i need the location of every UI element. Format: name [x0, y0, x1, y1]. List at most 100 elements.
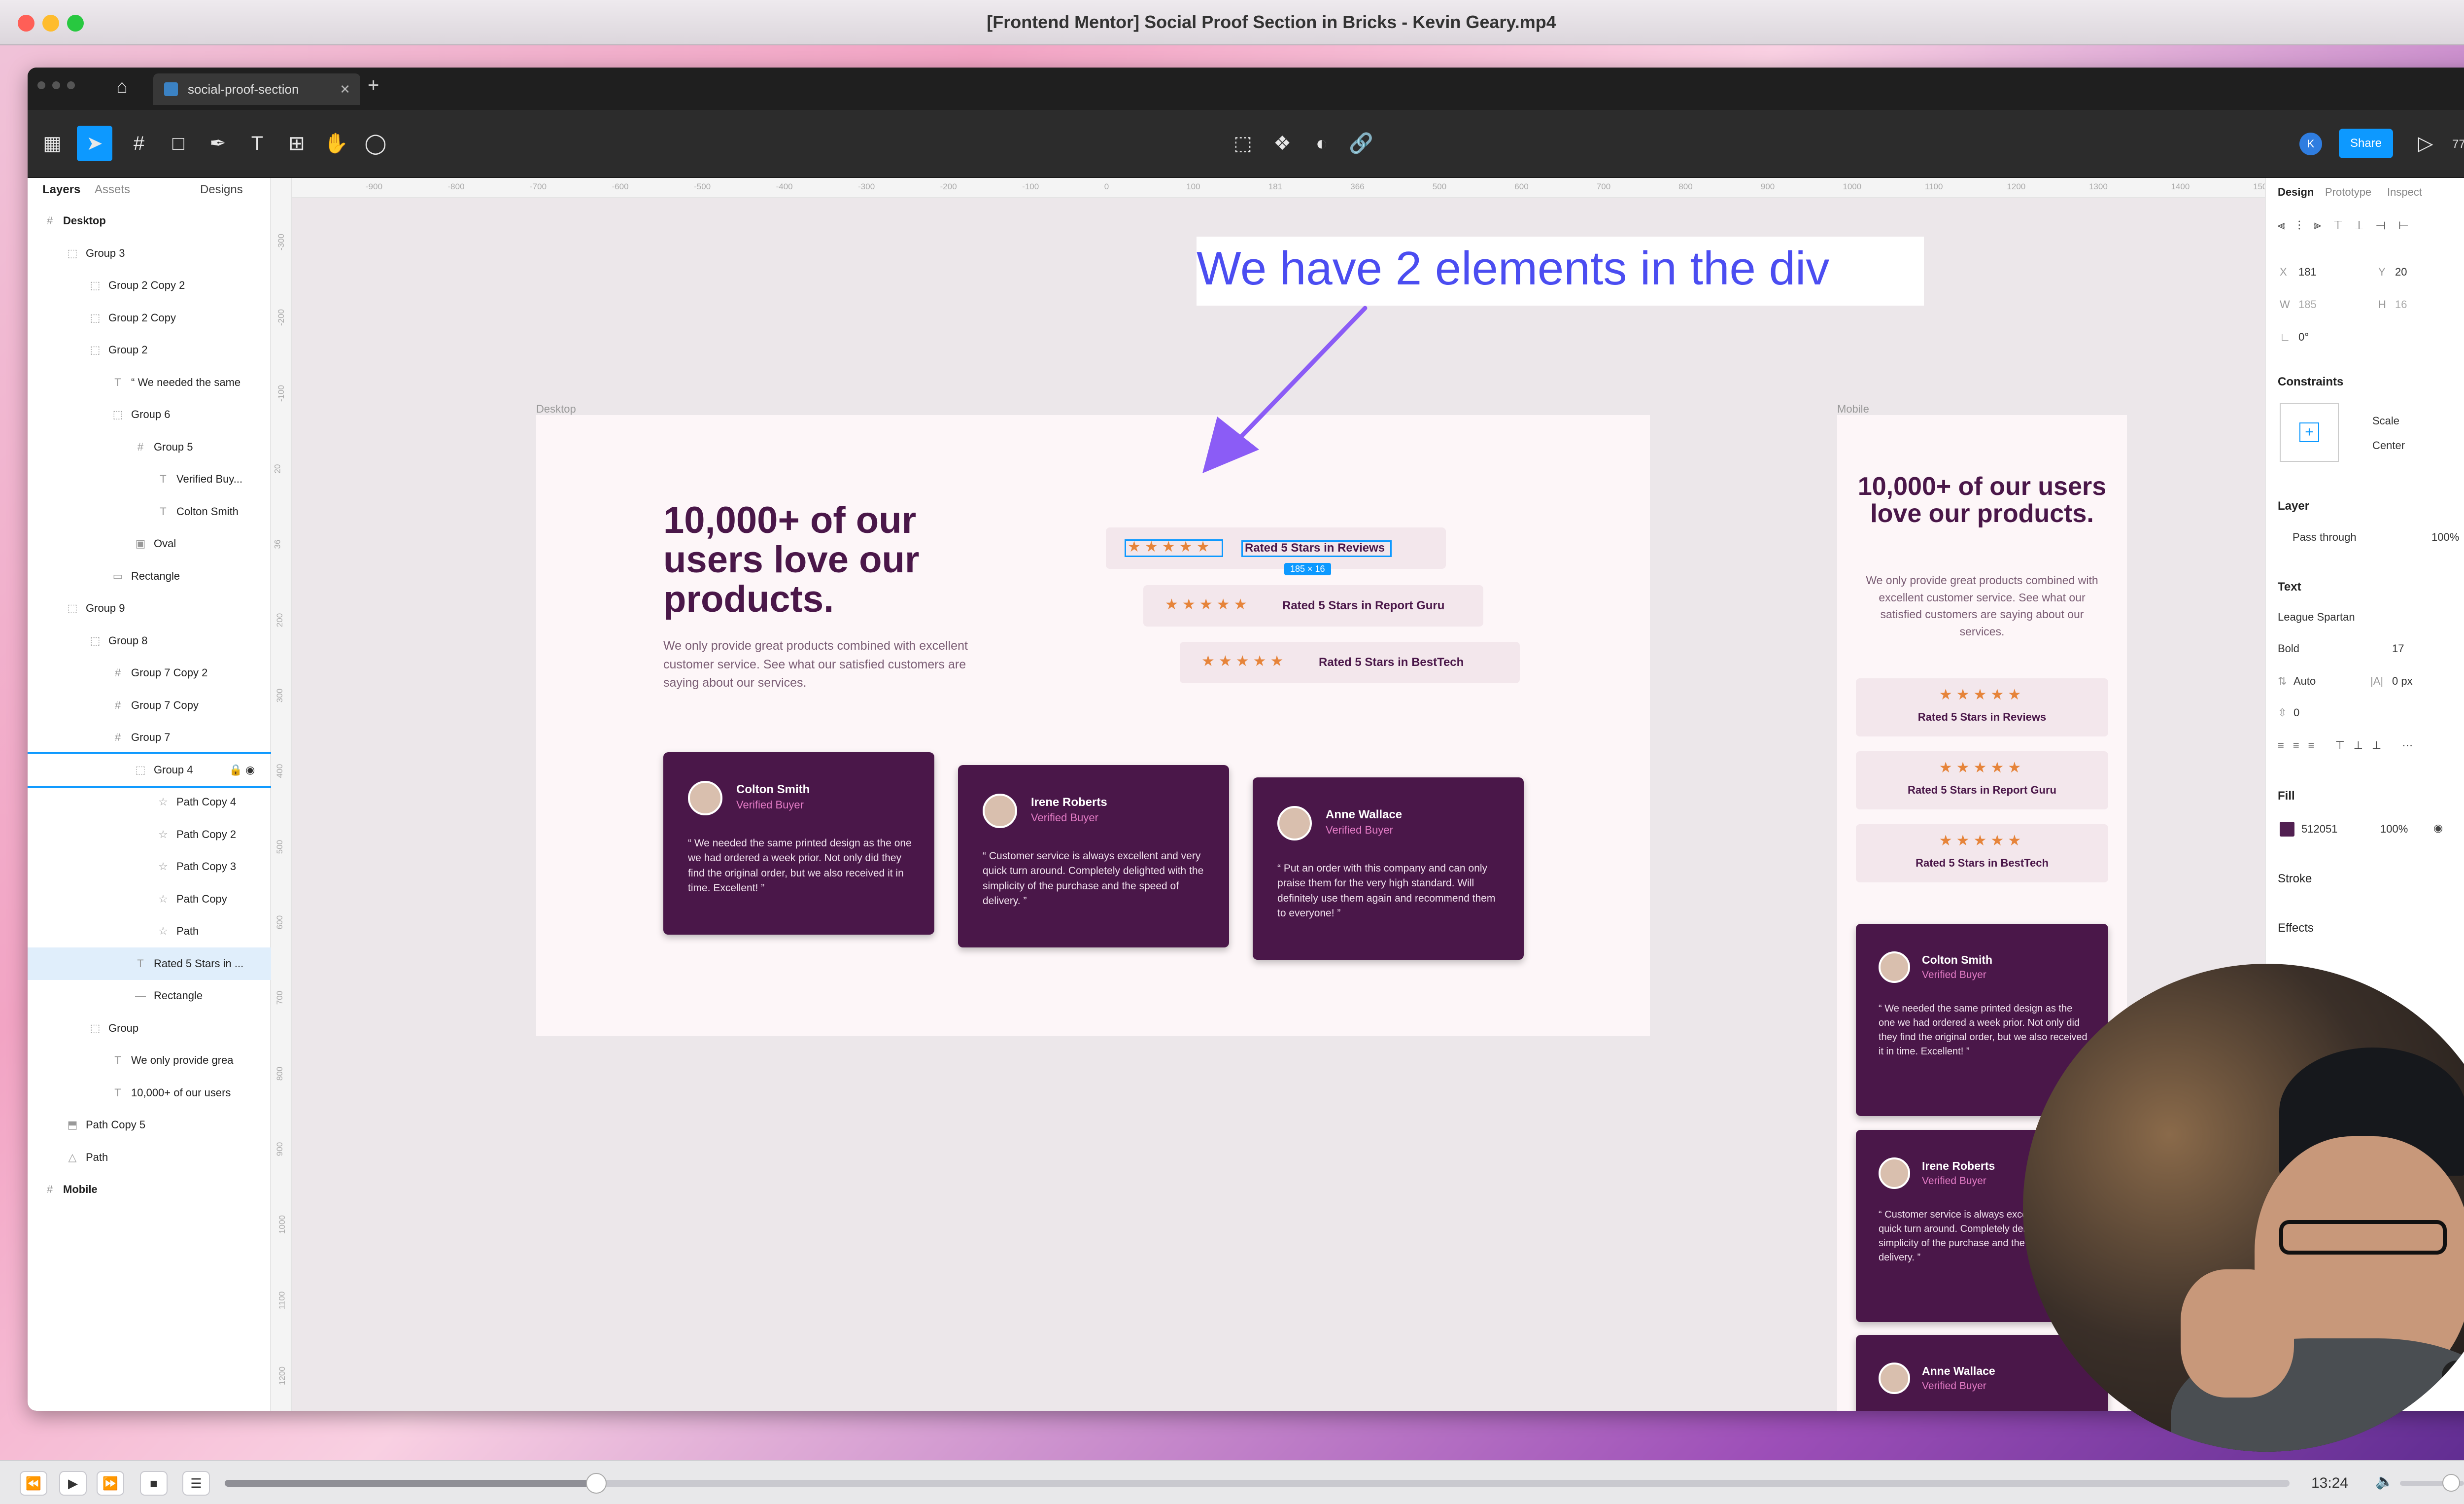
fill-hex[interactable]: 512051 [2301, 823, 2337, 836]
rating-reviews[interactable]: ★★★★★ Rated 5 Stars in Reviews 185 × 16 [1106, 527, 1446, 575]
playlist-button[interactable]: ☰ [182, 1471, 210, 1496]
layer-row[interactable]: # Group 7 Copy 2 [28, 657, 271, 689]
layer-row[interactable]: T Verified Buy... [28, 463, 271, 495]
tab-design[interactable]: Design [2278, 186, 2314, 199]
layer-row[interactable]: T Colton Smith [28, 495, 271, 528]
layer-row[interactable]: # Group 7 [28, 721, 271, 754]
layer-row[interactable]: ⬚ Group 3 [28, 237, 271, 270]
rewind-button[interactable]: ⏪ [20, 1471, 47, 1496]
paragraph-spacing-field[interactable]: 0 [2293, 706, 2299, 719]
present-icon[interactable]: ▷ [2408, 126, 2443, 161]
line-height-field[interactable]: Auto [2293, 675, 2316, 688]
layer-row[interactable]: T 10,000+ of our users [28, 1077, 271, 1109]
font-weight-select[interactable]: Bold [2278, 642, 2299, 655]
link-icon[interactable]: 🔗 [1343, 126, 1379, 161]
desktop-frame-label[interactable]: Desktop [536, 403, 576, 416]
constraints-widget[interactable]: + [2280, 403, 2339, 462]
crop-icon[interactable]: ⬚ [1225, 126, 1261, 161]
zoom-level[interactable]: 77% [2452, 138, 2464, 151]
constraint-horizontal[interactable]: Scale [2372, 415, 2399, 427]
comment-tool-icon[interactable]: ◯ [358, 126, 393, 161]
play-button[interactable]: ▶ [59, 1471, 87, 1496]
layer-row[interactable]: ⬚ Group 2 Copy [28, 302, 271, 334]
layer-row[interactable]: ☆ Path [28, 915, 271, 947]
testimonial-card[interactable]: Irene Roberts Verified Buyer “ Customer … [958, 765, 1229, 947]
component-icon[interactable]: ❖ [1265, 126, 1300, 161]
layer-row[interactable]: ☆ Path Copy 4 [28, 786, 271, 818]
layer-row[interactable]: — Rectangle [28, 979, 271, 1012]
fill-opacity[interactable]: 100% [2380, 823, 2408, 836]
rating-besttech[interactable]: ★★★★★ Rated 5 Stars in BestTech [1180, 642, 1520, 683]
mobile-rating-report-guru[interactable]: ★★★★★ Rated 5 Stars in Report Guru [1856, 751, 2108, 809]
text-tool-icon[interactable]: T [240, 126, 275, 161]
main-menu-icon[interactable]: ▦ [34, 126, 70, 161]
move-tool-icon[interactable]: ➤ [77, 126, 112, 161]
y-field[interactable]: 20 [2395, 266, 2407, 279]
h-field[interactable]: 16 [2395, 298, 2407, 311]
layer-row[interactable]: ⬚ Group 9 [28, 592, 271, 625]
home-icon[interactable]: ⌂ [116, 76, 128, 98]
tab-assets[interactable]: Assets [95, 183, 130, 197]
x-field[interactable]: 181 [2298, 266, 2317, 279]
layer-row[interactable]: ⬚ Group 2 Copy 2 [28, 269, 271, 302]
layer-row[interactable]: # Mobile [28, 1173, 271, 1206]
layer-row[interactable]: ⬚ Group 2 [28, 334, 271, 366]
fast-forward-button[interactable]: ⏩ [97, 1471, 124, 1496]
testimonial-card[interactable]: Anne Wallace Verified Buyer “ Put an ord… [1253, 777, 1524, 960]
lock-visibility-icons[interactable]: 🔒 ◉ [225, 754, 259, 786]
shape-tool-icon[interactable]: □ [161, 126, 196, 161]
constraint-vertical[interactable]: Center [2372, 439, 2405, 452]
layer-row[interactable]: ☆ Path Copy 3 [28, 850, 271, 883]
user-avatar[interactable]: K [2299, 133, 2322, 155]
fill-visibility-icon[interactable]: ◉ [2433, 822, 2443, 835]
volume-icon[interactable]: 🔈 [2375, 1473, 2394, 1490]
pen-tool-icon[interactable]: ✒ [200, 126, 236, 161]
tab-inspect[interactable]: Inspect [2387, 186, 2422, 199]
layer-row[interactable]: T We only provide grea [28, 1044, 271, 1077]
new-tab-button[interactable]: + [368, 74, 379, 97]
layer-row[interactable]: T Rated 5 Stars in ... [28, 947, 271, 980]
layer-row[interactable]: ⬒ Path Copy 5 [28, 1109, 271, 1141]
hand-tool-icon[interactable]: ✋ [318, 126, 354, 161]
layer-row[interactable]: ⬚ Group 8 [28, 625, 271, 657]
layer-row[interactable]: △ Path [28, 1141, 271, 1174]
alignment-icons[interactable]: ⫷⫶⫸⊤⊥⊣⊢ [2278, 217, 2421, 233]
progress-handle[interactable] [586, 1473, 607, 1494]
frame-tool-icon[interactable]: # [121, 126, 157, 161]
tab-prototype[interactable]: Prototype [2325, 186, 2371, 199]
volume-slider[interactable] [2400, 1474, 2464, 1492]
layer-row[interactable]: # Group 5 [28, 431, 271, 463]
letter-spacing-field[interactable]: 0 px [2392, 675, 2413, 688]
pages-dropdown[interactable]: Designs [200, 183, 243, 197]
layer-opacity[interactable]: 100% [2431, 531, 2459, 544]
layer-row[interactable]: ⬚ Group 6 [28, 398, 271, 431]
mobile-rating-reviews[interactable]: ★★★★★ Rated 5 Stars in Reviews [1856, 678, 2108, 736]
design-canvas[interactable]: Desktop Mobile 10,000+ of our users love… [292, 198, 2265, 1411]
tab-layers[interactable]: Layers [42, 183, 80, 197]
layer-row[interactable]: T “ We needed the same [28, 366, 271, 399]
progress-track[interactable] [225, 1473, 2290, 1494]
layer-row[interactable]: ☆ Path Copy 2 [28, 818, 271, 851]
layer-row[interactable]: ▣ Oval [28, 527, 271, 560]
text-align-icons[interactable]: ≡≡≡ ⊤⊥⊥ ⋯ [2278, 739, 2422, 752]
resources-icon[interactable]: ⊞ [279, 126, 314, 161]
mobile-frame-label[interactable]: Mobile [1837, 403, 1869, 416]
layer-row[interactable]: ⬚ Group [28, 1012, 271, 1045]
stop-button[interactable]: ■ [140, 1471, 168, 1496]
share-button[interactable]: Share [2339, 129, 2393, 158]
layer-row[interactable]: # Desktop [28, 205, 271, 237]
layer-row[interactable]: ▭ Rectangle [28, 560, 271, 593]
tab-social-proof-section[interactable]: social-proof-section ✕ [153, 73, 360, 105]
testimonial-card[interactable]: Colton Smith Verified Buyer “ We needed … [663, 752, 934, 935]
contrast-icon[interactable]: ◐ [1304, 126, 1339, 161]
blend-mode-select[interactable]: Pass through [2293, 531, 2357, 544]
font-family-select[interactable]: League Spartan [2278, 611, 2355, 624]
rating-report-guru[interactable]: ★★★★★ Rated 5 Stars in Report Guru [1143, 585, 1483, 627]
font-size-field[interactable]: 17 [2392, 642, 2404, 655]
layer-row[interactable]: ⬚ Group 4 🔒 ◉ [28, 752, 273, 788]
mobile-rating-besttech[interactable]: ★★★★★ Rated 5 Stars in BestTech [1856, 824, 2108, 882]
desktop-frame[interactable]: 10,000+ of our users love our products. … [536, 415, 1650, 1036]
layer-row[interactable]: ☆ Path Copy [28, 883, 271, 915]
close-tab-icon[interactable]: ✕ [340, 73, 350, 105]
rotation-field[interactable]: 0° [2298, 331, 2309, 344]
